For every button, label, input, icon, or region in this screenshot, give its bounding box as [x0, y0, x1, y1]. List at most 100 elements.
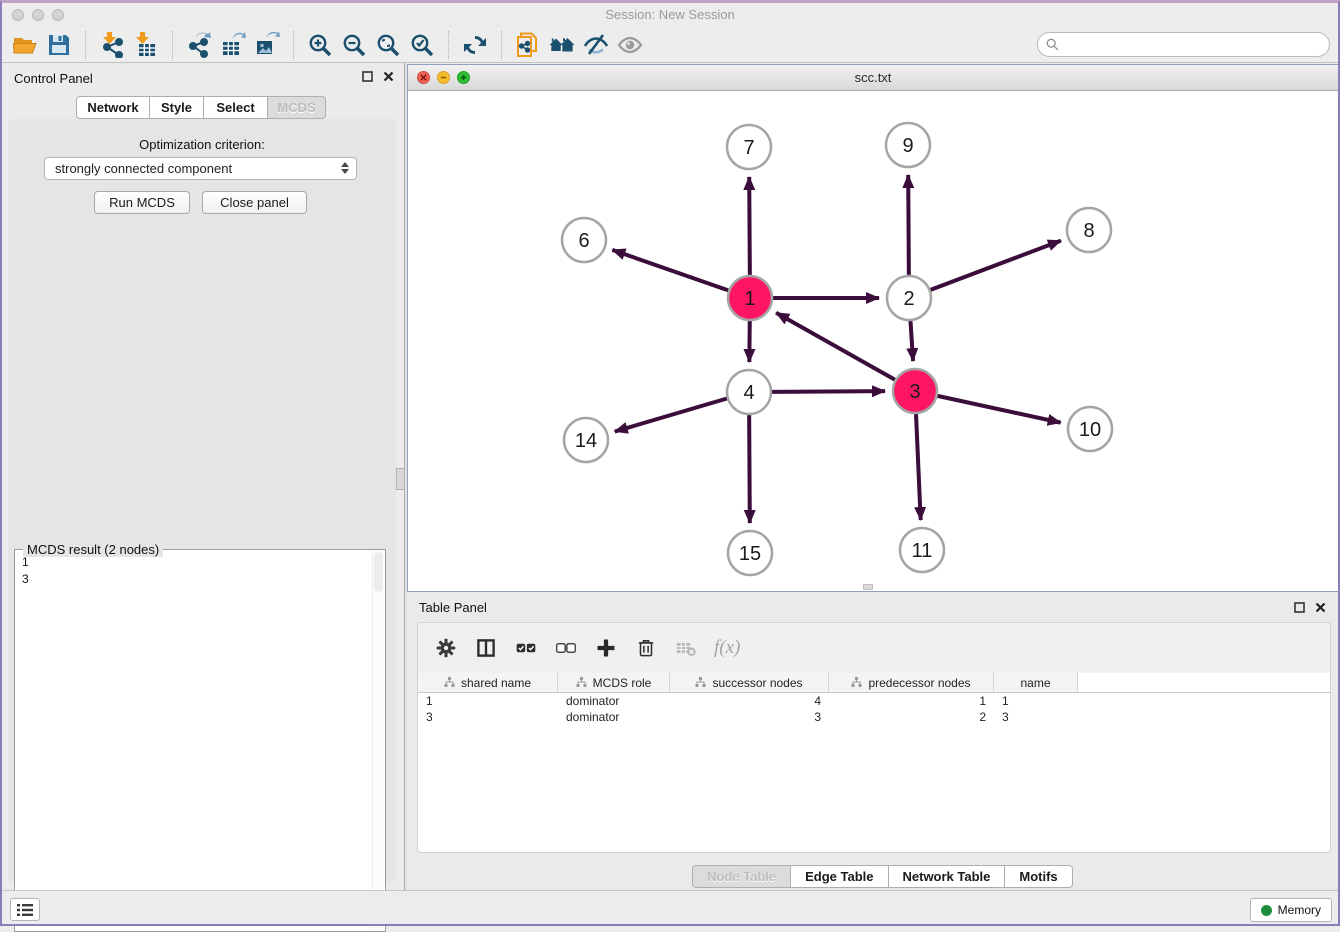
toolbar-separator [85, 31, 86, 59]
function-builder-button[interactable]: f(x) [714, 636, 740, 660]
add-column-button[interactable] [594, 636, 618, 660]
close-panel-button[interactable]: Close panel [202, 191, 307, 214]
network-canvas[interactable]: 7 9 6 8 1 2 4 3 14 10 15 11 [408, 91, 1338, 591]
float-panel-icon[interactable] [1294, 602, 1305, 613]
graph-edge-2-8[interactable] [931, 241, 1061, 290]
graph-edge-3-1[interactable] [776, 313, 895, 380]
tab-edge-table[interactable]: Edge Table [791, 865, 888, 888]
home-view-button[interactable] [545, 30, 579, 60]
cell-name[interactable]: 1 [994, 694, 1078, 708]
graph-edge-4-15[interactable] [749, 415, 750, 523]
table-row[interactable]: 3 dominator 3 2 3 [418, 709, 1330, 725]
graph-node-9[interactable]: 9 [886, 123, 930, 167]
memory-button[interactable]: Memory [1250, 898, 1332, 922]
result-scrollbar[interactable] [372, 551, 384, 930]
export-network-button[interactable] [182, 30, 216, 60]
table-toolbar: f(x) [418, 623, 1330, 673]
search-field[interactable] [1037, 32, 1330, 57]
graph-node-7[interactable]: 7 [727, 125, 771, 169]
zoom-out-button[interactable] [337, 30, 371, 60]
close-panel-icon[interactable] [383, 71, 394, 82]
graph-node-label: 7 [743, 137, 754, 159]
graph-node-1[interactable]: 1 [728, 276, 772, 320]
close-panel-icon[interactable] [1315, 602, 1326, 613]
column-header-mcds-role[interactable]: MCDS role [558, 673, 670, 692]
graph-node-14[interactable]: 14 [564, 418, 608, 462]
tab-mcds[interactable]: MCDS [268, 96, 326, 119]
refresh-layout-button[interactable] [458, 30, 492, 60]
tab-network-table[interactable]: Network Table [889, 865, 1006, 888]
graph-node-8[interactable]: 8 [1067, 208, 1111, 252]
tab-select[interactable]: Select [204, 96, 268, 119]
zoom-fit-button[interactable] [371, 30, 405, 60]
cell-successor-nodes[interactable]: 4 [670, 694, 829, 708]
toggle-columns-button[interactable] [474, 636, 498, 660]
task-history-button[interactable] [10, 898, 40, 921]
houses-icon [549, 32, 575, 58]
cell-mcds-role[interactable]: dominator [558, 710, 670, 724]
graph-node-6[interactable]: 6 [562, 218, 606, 262]
zoom-selected-button[interactable] [405, 30, 439, 60]
graph-node-3[interactable]: 3 [893, 369, 937, 413]
tab-motifs[interactable]: Motifs [1005, 865, 1072, 888]
graph-edge-3-10[interactable] [937, 396, 1060, 423]
graph-edge-4-14[interactable] [615, 398, 727, 431]
export-table-button[interactable] [216, 30, 250, 60]
splitter-handle[interactable] [396, 468, 405, 490]
columns-icon [475, 637, 497, 659]
table-settings-button[interactable] [434, 636, 458, 660]
export-image-button[interactable] [250, 30, 284, 60]
cell-shared-name[interactable]: 1 [418, 694, 558, 708]
export-image-icon [254, 32, 280, 58]
clone-network-button[interactable] [511, 30, 545, 60]
tab-node-table[interactable]: Node Table [692, 865, 791, 888]
show-graphics-button[interactable] [613, 30, 647, 60]
graph-node-10[interactable]: 10 [1068, 407, 1112, 451]
cell-successor-nodes[interactable]: 3 [670, 710, 829, 724]
network-title: scc.txt [408, 70, 1338, 85]
graph-edge-1-6[interactable] [612, 250, 728, 291]
column-header-name[interactable]: name [994, 673, 1078, 692]
graph-node-15[interactable]: 15 [728, 531, 772, 575]
open-folder-icon [12, 32, 38, 58]
float-panel-icon[interactable] [362, 71, 373, 82]
graph-edge-2-3[interactable] [910, 321, 913, 361]
search-input[interactable] [1064, 38, 1321, 52]
run-mcds-button[interactable]: Run MCDS [94, 191, 190, 214]
tab-style[interactable]: Style [150, 96, 204, 119]
graph-node-2[interactable]: 2 [887, 276, 931, 320]
cell-mcds-role[interactable]: dominator [558, 694, 670, 708]
select-all-button[interactable] [514, 636, 538, 660]
import-network-button[interactable] [95, 30, 129, 60]
optimization-criterion-select[interactable]: strongly connected component [44, 157, 357, 180]
column-header-successor-nodes[interactable]: successor nodes [670, 673, 829, 692]
delete-columns-button[interactable] [634, 636, 658, 660]
cell-predecessor-nodes[interactable]: 2 [829, 710, 994, 724]
save-session-button[interactable] [42, 30, 76, 60]
delete-table-button[interactable] [674, 636, 698, 660]
table-row[interactable]: 1 dominator 4 1 1 [418, 693, 1330, 709]
graph-edge-3-11[interactable] [916, 414, 921, 520]
graph-edge-1-7[interactable] [749, 177, 750, 275]
column-header-predecessor-nodes[interactable]: predecessor nodes [829, 673, 994, 692]
network-view-window: scc.txt 7 9 6 8 1 2 4 3 14 10 15 11 [407, 64, 1339, 592]
clone-network-icon [515, 32, 541, 58]
open-session-button[interactable] [8, 30, 42, 60]
graph-edge-2-9[interactable] [908, 175, 909, 275]
column-header-shared-name[interactable]: shared name [418, 673, 558, 692]
cell-name[interactable]: 3 [994, 710, 1078, 724]
graph-edge-4-3[interactable] [772, 391, 885, 392]
hide-graphics-button[interactable] [579, 30, 613, 60]
zoom-in-button[interactable] [303, 30, 337, 60]
cell-predecessor-nodes[interactable]: 1 [829, 694, 994, 708]
tab-network[interactable]: Network [76, 96, 150, 119]
plus-icon [595, 637, 617, 659]
import-table-button[interactable] [129, 30, 163, 60]
mcds-result-text[interactable]: 1 3 [16, 551, 372, 930]
graph-node-11[interactable]: 11 [900, 528, 944, 572]
network-window-titlebar[interactable]: scc.txt [408, 65, 1338, 91]
canvas-scroll-thumb[interactable] [863, 584, 873, 590]
deselect-all-button[interactable] [554, 636, 578, 660]
graph-node-4[interactable]: 4 [727, 370, 771, 414]
cell-shared-name[interactable]: 3 [418, 710, 558, 724]
